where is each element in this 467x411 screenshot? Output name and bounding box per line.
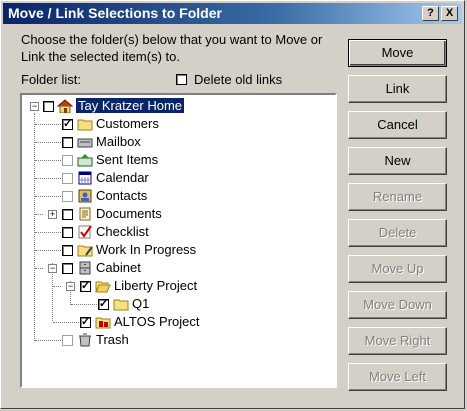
tree-item-label: Documents <box>96 206 162 221</box>
move-button[interactable]: Move <box>348 39 447 67</box>
title-bar[interactable]: Move / Link Selections to Folder ? X <box>3 3 462 24</box>
sent-items-icon <box>77 154 93 167</box>
tree-checkbox[interactable] <box>80 315 91 328</box>
tree-checkbox[interactable] <box>80 279 91 292</box>
folder-tree[interactable]: − Tay Kratzer Home Customers Mailbox Sen… <box>20 93 337 388</box>
tree-connector <box>35 196 61 197</box>
home-icon <box>57 99 73 113</box>
move-left-button[interactable]: Move Left <box>348 363 447 391</box>
open-folder-icon <box>95 281 111 293</box>
tree-connector <box>35 178 61 179</box>
expand-toggle[interactable]: + <box>48 210 57 219</box>
tree-item-label: Tay Kratzer Home <box>76 98 185 113</box>
tree-item-label: Liberty Project <box>114 278 198 293</box>
tree-connector <box>53 322 79 323</box>
folder-icon <box>77 119 93 131</box>
delete-old-links-label: Delete old links <box>194 72 283 87</box>
trash-icon <box>79 333 91 347</box>
folder-icon <box>113 299 129 311</box>
new-button[interactable]: New <box>348 147 447 175</box>
tree-checkbox[interactable] <box>62 117 73 130</box>
move-down-button[interactable]: Move Down <box>348 291 447 319</box>
move-link-dialog: Move / Link Selections to Folder ? X Cho… <box>0 0 465 409</box>
tree-connector <box>35 250 61 251</box>
tree-item-label: Sent Items <box>96 152 159 167</box>
move-right-button[interactable]: Move Right <box>348 327 447 355</box>
tree-checkbox[interactable] <box>62 335 73 346</box>
tree-connector <box>35 340 61 341</box>
checklist-icon <box>78 225 92 239</box>
tree-item-label: Cabinet <box>96 260 141 275</box>
mailbox-icon <box>77 138 93 148</box>
tree-connector <box>35 214 43 215</box>
tree-connector <box>35 124 61 125</box>
tree-connector <box>35 268 43 269</box>
link-button[interactable]: Link <box>348 75 447 103</box>
folder-list-label: Folder list: <box>21 72 81 87</box>
tree-connector <box>35 232 61 233</box>
tree-checkbox[interactable] <box>62 263 73 274</box>
delete-button[interactable]: Delete <box>348 219 447 247</box>
dialog-title: Move / Link Selections to Folder <box>8 5 222 21</box>
tree-connector <box>34 113 35 341</box>
documents-icon <box>79 207 91 221</box>
tree-checkbox[interactable] <box>62 245 73 256</box>
tree-item-label: ALTOS Project <box>114 314 200 329</box>
rename-button[interactable]: Rename <box>348 183 447 211</box>
tree-checkbox[interactable] <box>62 191 73 202</box>
tree-checkbox[interactable] <box>98 297 109 310</box>
tree-item-label: Checklist <box>96 224 149 239</box>
calendar-icon <box>78 171 92 185</box>
tree-checkbox[interactable] <box>43 101 54 112</box>
tree-checkbox[interactable] <box>62 209 73 220</box>
collapse-toggle[interactable]: − <box>48 264 57 273</box>
collapse-toggle[interactable]: − <box>66 282 75 291</box>
cabinet-icon <box>79 261 91 275</box>
tree-connector <box>71 304 97 305</box>
tree-checkbox[interactable] <box>62 173 73 184</box>
tree-checkbox[interactable] <box>62 155 73 166</box>
shared-folder-icon <box>95 317 111 329</box>
contacts-icon <box>78 189 92 203</box>
close-button[interactable]: X <box>441 6 458 21</box>
tree-checkbox[interactable] <box>62 137 73 148</box>
collapse-toggle[interactable]: − <box>30 102 39 111</box>
tree-connector <box>35 160 61 161</box>
tree-checkbox[interactable] <box>62 227 73 238</box>
tree-item-label: Calendar <box>96 170 149 185</box>
tree-item-label: Mailbox <box>96 134 141 149</box>
tree-item-label: Work In Progress <box>96 242 197 257</box>
move-up-button[interactable]: Move Up <box>348 255 447 283</box>
work-in-progress-icon <box>77 245 93 257</box>
help-button[interactable]: ? <box>422 6 439 21</box>
tree-connector <box>53 286 61 287</box>
tree-item-label: Contacts <box>96 188 148 203</box>
instructions-text: Choose the folder(s) below that you want… <box>21 32 323 64</box>
tree-item-label: Q1 <box>132 296 150 311</box>
tree-item-label: Trash <box>96 332 129 347</box>
tree-item-label: Customers <box>96 116 159 131</box>
cancel-button[interactable]: Cancel <box>348 111 447 139</box>
delete-old-links-checkbox[interactable] <box>176 74 187 85</box>
tree-connector <box>35 142 61 143</box>
